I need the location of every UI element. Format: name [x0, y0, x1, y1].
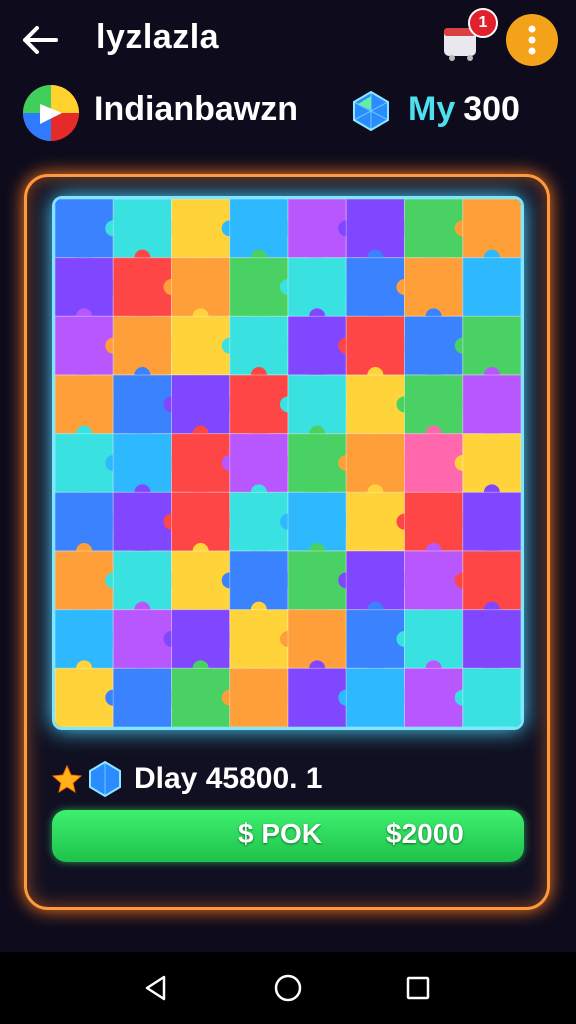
gem-small-icon [88, 760, 122, 798]
nav-back-button[interactable] [134, 966, 178, 1010]
triangle-back-icon [145, 975, 166, 1001]
star-icon [51, 764, 83, 794]
play-info-text: Dlay 45800. 1 [134, 762, 323, 795]
gem-amount: 300 [463, 90, 520, 128]
notification-badge: 1 [468, 8, 498, 38]
app-title: lyzlazla [96, 18, 220, 56]
nav-recents-button[interactable] [396, 966, 440, 1010]
arrow-left-icon [23, 26, 58, 54]
system-nav-bar [0, 952, 576, 1024]
circle-home-icon [274, 974, 302, 1002]
top-bar: lyzlazla 1 [0, 0, 576, 80]
board-glow-overlay [55, 199, 521, 727]
more-vertical-icon [528, 25, 536, 55]
player-name: Indianbawzn [94, 90, 298, 128]
purchase-button[interactable]: $ POK $2000 [52, 810, 524, 862]
button-left-label: $ POK [238, 818, 323, 849]
gem-balance: My 300 [408, 90, 520, 129]
back-button[interactable] [18, 18, 62, 62]
puzzle-board[interactable] [52, 196, 524, 730]
nav-home-button[interactable] [266, 966, 310, 1010]
gem-icon [352, 90, 390, 132]
gem-label: My [408, 90, 456, 128]
button-right-label: $2000 [386, 818, 464, 849]
menu-button[interactable] [506, 14, 558, 66]
square-recents-icon [406, 976, 430, 1000]
colorful-logo-icon [23, 85, 79, 141]
player-avatar[interactable] [22, 84, 80, 142]
puzzle-grid [55, 199, 521, 727]
